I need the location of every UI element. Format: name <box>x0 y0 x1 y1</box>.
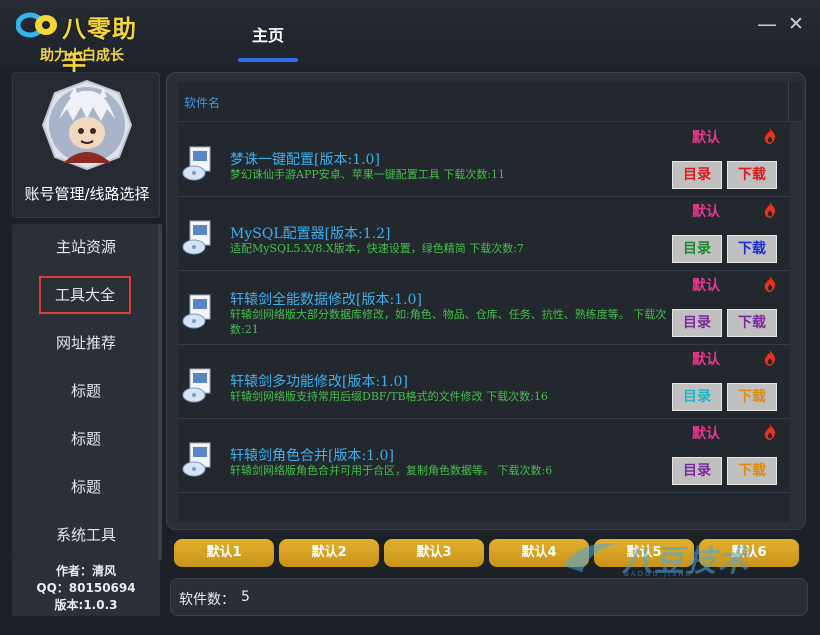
directory-button[interactable]: 目录 <box>672 161 722 189</box>
column-header-name[interactable]: 软件名 <box>184 94 220 111</box>
software-description: 轩辕剑网络版角色合并可用于合区，复制角色数据等。 下载次数:6 <box>230 464 553 477</box>
software-title[interactable]: 梦诛一键配置[版本:1.0] <box>230 149 380 169</box>
default-button-3[interactable]: 默认3 <box>384 539 484 567</box>
sidebar-item-title-1[interactable]: 标题 <box>12 372 160 410</box>
fire-icon <box>764 350 776 366</box>
directory-button[interactable]: 目录 <box>672 383 722 411</box>
default-button-1[interactable]: 默认1 <box>174 539 274 567</box>
watermark-en: BADOU JISHU <box>624 570 693 578</box>
author-label: 作者：清风 <box>55 564 116 578</box>
app-name: 八零助手 <box>62 15 137 78</box>
sidebar-menu: 主站资源 工具大全 网址推荐 标题 标题 标题 系统工具 <box>12 224 160 560</box>
default-tag: 默认 <box>692 204 720 220</box>
sidebar-scrollbar[interactable] <box>158 224 162 560</box>
software-title[interactable]: 轩辕剑多功能修改[版本:1.0] <box>230 371 408 391</box>
sidebar-item-title-2[interactable]: 标题 <box>12 420 160 458</box>
about-info: 作者：清风 QQ：80150694 版本:1.0.3 <box>12 560 160 616</box>
column-separator <box>788 82 789 122</box>
list-scrollbar[interactable] <box>790 122 802 522</box>
directory-button[interactable]: 目录 <box>672 457 722 485</box>
title-bar: 八零助手 助力小白成长 主页 — ✕ <box>0 0 820 78</box>
account-panel[interactable]: 账号管理/线路选择 <box>12 72 160 218</box>
software-box-icon <box>182 442 211 477</box>
tab-active-indicator <box>238 58 298 62</box>
software-title[interactable]: 轩辕剑角色合并[版本:1.0] <box>230 445 394 465</box>
default-tag: 默认 <box>692 278 720 294</box>
software-count-value: 5 <box>241 589 250 605</box>
software-list: 软件名 梦诛一键配置[版本:1.0] 梦幻诛仙手游APP安卓、苹果一键配置工具 … <box>178 82 802 522</box>
sidebar-item-url-recommend[interactable]: 网址推荐 <box>12 324 160 362</box>
software-title[interactable]: 轩辕剑全能数据修改[版本:1.0] <box>230 289 422 309</box>
qq-label: QQ：80150694 <box>36 581 136 595</box>
list-item[interactable]: 轩辕剑全能数据修改[版本:1.0] 轩辕剑网络版大部分数据库修改，如:角色、物品… <box>178 271 790 345</box>
fire-icon <box>764 424 776 440</box>
software-title[interactable]: MySQL配置器[版本:1.2] <box>230 223 391 243</box>
tab-home[interactable]: 主页 <box>238 22 298 46</box>
software-description: 适配MySQL5.X/8.X版本，快速设置，绿色精简 下载次数:7 <box>230 242 524 255</box>
download-button[interactable]: 下载 <box>727 235 777 263</box>
fire-icon <box>764 276 776 292</box>
app-tagline: 助力小白成长 <box>40 48 124 64</box>
software-box-icon <box>182 294 211 329</box>
fire-icon <box>764 128 776 144</box>
fire-icon <box>764 202 776 218</box>
list-item[interactable]: 轩辕剑角色合并[版本:1.0] 轩辕剑网络版角色合并可用于合区，复制角色数据等。… <box>178 419 790 493</box>
watermark: 八豆技术 BADOU JISHU <box>560 534 800 579</box>
default-tag: 默认 <box>692 130 720 146</box>
software-box-icon <box>182 368 211 403</box>
list-item[interactable]: 轩辕剑多功能修改[版本:1.0] 轩辕剑网络版支持常用后缀DBF/TB格式的文件… <box>178 345 790 419</box>
version-label: 版本:1.0.3 <box>54 598 118 612</box>
software-count-label: 软件数： <box>179 592 235 608</box>
download-button[interactable]: 下载 <box>727 161 777 189</box>
list-item[interactable]: 梦诛一键配置[版本:1.0] 梦幻诛仙手游APP安卓、苹果一键配置工具 下载次数… <box>178 123 790 197</box>
sidebar-item-system-tools[interactable]: 系统工具 <box>12 516 160 554</box>
directory-button[interactable]: 目录 <box>672 309 722 337</box>
close-button[interactable]: ✕ <box>784 12 808 36</box>
software-description: 轩辕剑网络版大部分数据库修改，如:角色、物品、仓库、任务、抗性、熟练度等。 下载… <box>230 308 667 336</box>
download-button[interactable]: 下载 <box>727 309 777 337</box>
directory-button[interactable]: 目录 <box>672 235 722 263</box>
logo-mark-icon <box>16 12 57 38</box>
account-management-label[interactable]: 账号管理/线路选择 <box>13 183 161 204</box>
default-tag: 默认 <box>692 352 720 368</box>
software-box-icon <box>182 220 211 255</box>
sidebar-item-main-resources[interactable]: 主站资源 <box>12 228 160 266</box>
default-tag: 默认 <box>692 426 720 442</box>
sidebar-item-tools[interactable]: 工具大全 <box>39 276 131 314</box>
sidebar-item-title-3[interactable]: 标题 <box>12 468 160 506</box>
watermark-logo-icon <box>564 543 616 572</box>
default-button-2[interactable]: 默认2 <box>279 539 379 567</box>
list-header: 软件名 <box>178 82 802 122</box>
software-description: 轩辕剑网络版支持常用后缀DBF/TB格式的文件修改 下载次数:16 <box>230 390 548 403</box>
app-logo: 八零助手 <box>16 8 156 78</box>
avatar[interactable] <box>41 79 133 171</box>
software-box-icon <box>182 146 211 181</box>
status-bar: 软件数： 5 <box>170 578 808 616</box>
download-button[interactable]: 下载 <box>727 457 777 485</box>
list-item[interactable]: MySQL配置器[版本:1.2] 适配MySQL5.X/8.X版本，快速设置，绿… <box>178 197 790 271</box>
download-button[interactable]: 下载 <box>727 383 777 411</box>
software-description: 梦幻诛仙手游APP安卓、苹果一键配置工具 下载次数:11 <box>230 168 505 181</box>
minimize-button[interactable]: — <box>755 12 779 36</box>
